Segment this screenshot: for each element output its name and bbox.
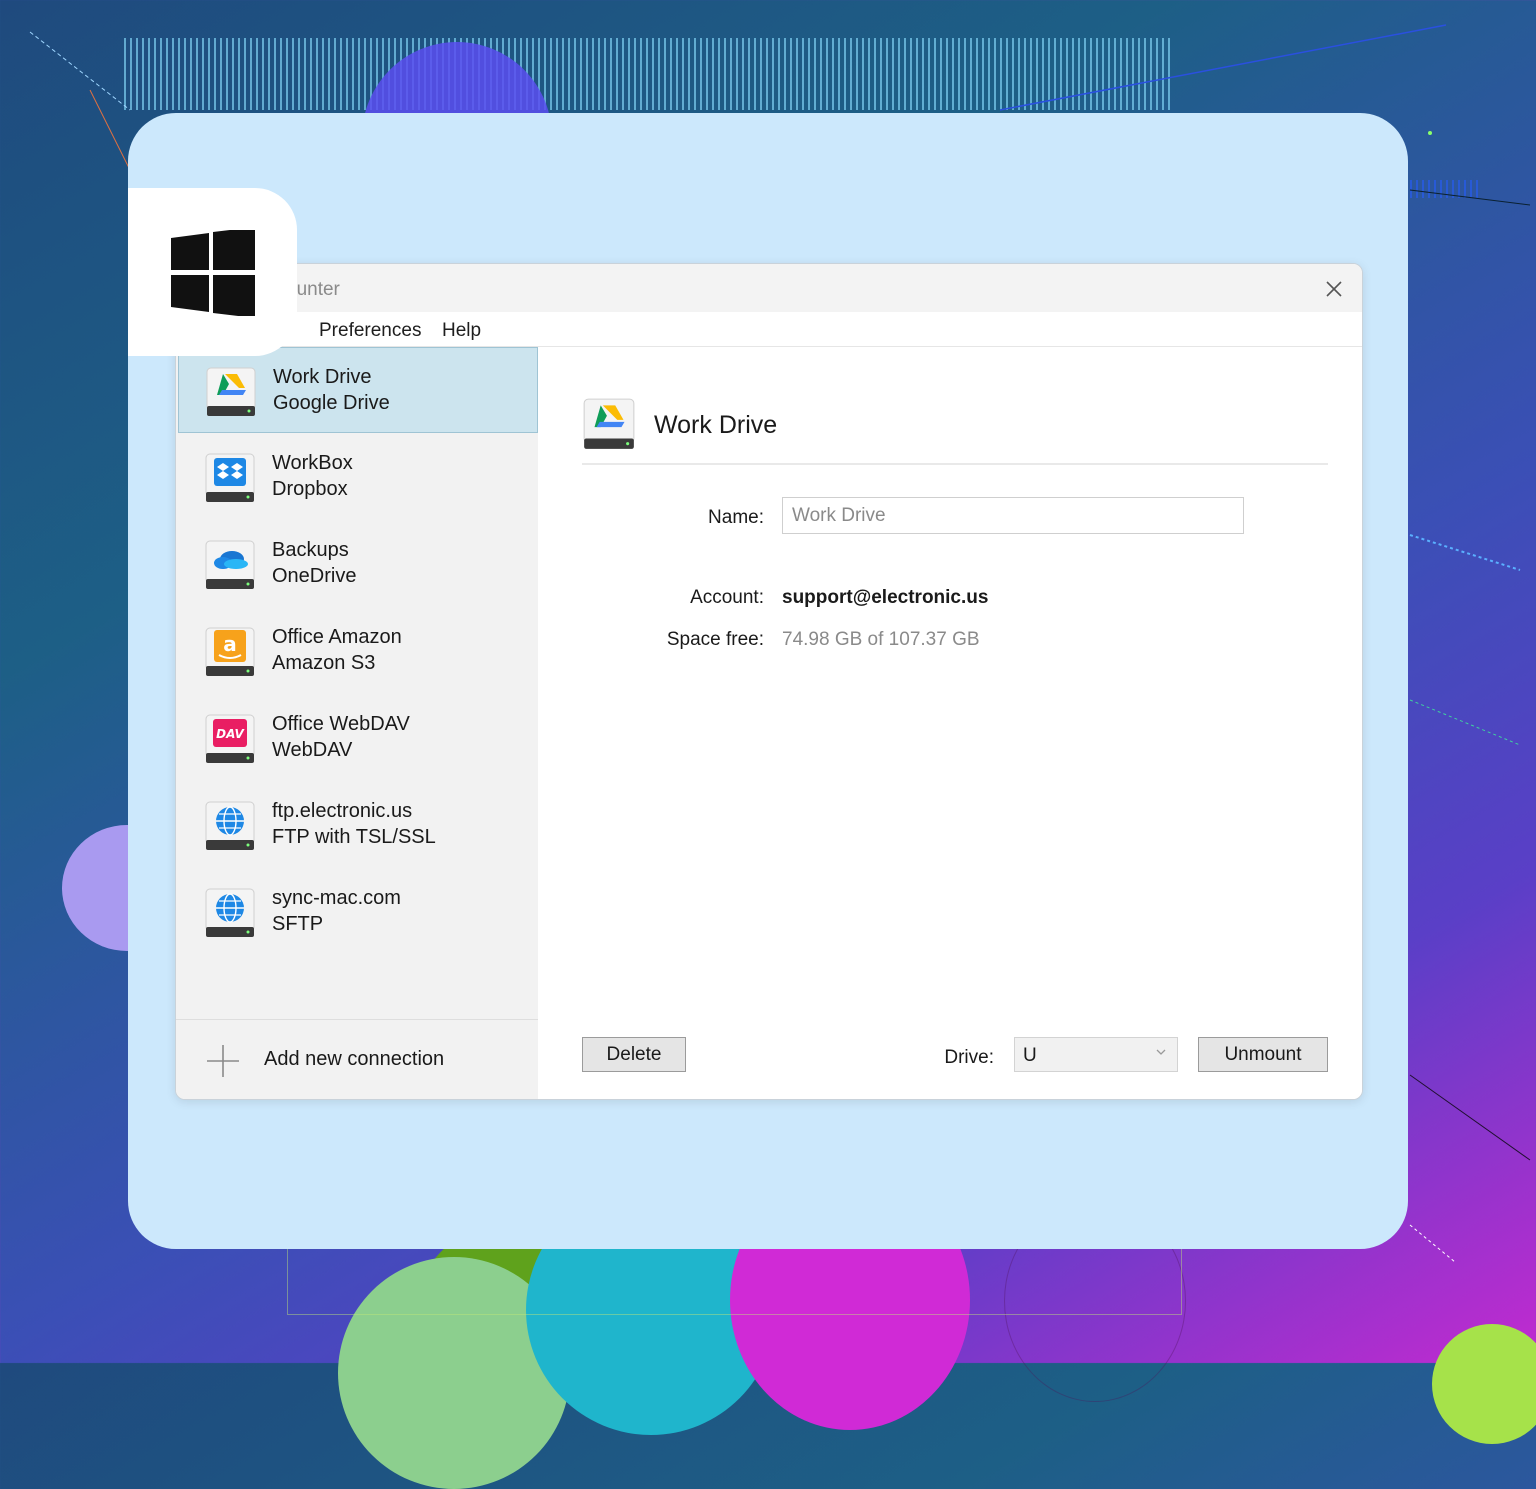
detail-title: Work Drive: [654, 411, 778, 439]
title-bar: ounter: [176, 264, 1362, 312]
background-stripes: [124, 38, 1174, 110]
webdav-icon: DAV: [205, 714, 255, 763]
globe-icon: [205, 888, 255, 937]
detail-divider: [582, 463, 1328, 465]
connection-item-backups[interactable]: Backups OneDrive: [178, 521, 538, 607]
google-drive-icon: [583, 398, 635, 449]
space-free-value: 74.98 GB of 107.37 GB: [782, 629, 980, 650]
connection-item-sync-mac[interactable]: sync-mac.com SFTP: [178, 869, 538, 955]
menu-preferences[interactable]: Preferences: [319, 320, 421, 342]
connection-item-work-drive[interactable]: Work Drive Google Drive: [178, 347, 538, 433]
account-label: Account:: [690, 587, 764, 608]
name-field[interactable]: [782, 497, 1244, 534]
connection-item-ftp[interactable]: ftp.electronic.us FTP with TSL/SSL: [178, 782, 538, 868]
svg-text:a: a: [223, 632, 237, 656]
menu-bar: Preferences Help: [176, 312, 1362, 347]
connection-type: OneDrive: [272, 565, 357, 587]
delete-button[interactable]: Delete: [582, 1037, 686, 1072]
connection-type: FTP with TSL/SSL: [272, 826, 436, 848]
connection-name: ftp.electronic.us: [272, 800, 413, 822]
drive-label: Drive:: [944, 1047, 994, 1068]
connection-name: WorkBox: [272, 452, 353, 474]
windows-logo-icon: [171, 230, 255, 316]
connection-name: Office Amazon: [272, 626, 402, 648]
connection-name: Backups: [272, 539, 349, 561]
account-value: support@electronic.us: [782, 587, 989, 608]
connection-type: Google Drive: [273, 392, 390, 414]
connection-type: Dropbox: [272, 478, 348, 500]
connection-item-office-amazon[interactable]: a Office Amazon Amazon S3: [178, 608, 538, 694]
drive-letter-value: U: [1023, 1045, 1037, 1066]
chevron-down-icon: [1156, 1049, 1166, 1055]
unmount-button[interactable]: Unmount: [1198, 1037, 1328, 1072]
close-button[interactable]: [1318, 273, 1350, 305]
app-window: ounter Preferences Help Work Drive Googl…: [175, 263, 1363, 1100]
connection-name: Office WebDAV: [272, 713, 410, 735]
background-bubble: [338, 1257, 570, 1489]
menu-help[interactable]: Help: [442, 320, 481, 342]
name-label: Name:: [708, 507, 764, 528]
windows-badge: [128, 188, 297, 356]
add-connection-button[interactable]: Add new connection: [176, 1020, 538, 1099]
plus-icon: [207, 1045, 239, 1077]
connection-type: Amazon S3: [272, 652, 376, 674]
background-bubble: [1432, 1324, 1536, 1444]
background-bubble: [415, 1225, 595, 1405]
background-stripes-small: [1410, 180, 1480, 198]
amazon-s3-icon: a: [205, 627, 255, 676]
connection-item-office-webdav[interactable]: DAV Office WebDAV WebDAV: [178, 695, 538, 781]
drive-letter-select[interactable]: U: [1014, 1037, 1178, 1072]
svg-text:DAV: DAV: [216, 727, 245, 741]
connection-type: SFTP: [272, 913, 324, 935]
google-drive-icon: [206, 367, 256, 416]
globe-icon: [205, 801, 255, 850]
connection-name: sync-mac.com: [272, 887, 401, 909]
space-free-label: Space free:: [666, 629, 764, 650]
connection-item-workbox[interactable]: WorkBox Dropbox: [178, 434, 538, 520]
dropbox-icon: [205, 453, 255, 502]
connection-name: Work Drive: [273, 366, 372, 388]
close-icon: [1326, 281, 1342, 297]
connection-detail-pane: Work Drive Name: Account: support@electr…: [538, 347, 1362, 1099]
connections-sidebar: Work Drive Google Drive WorkBox Dropbox: [176, 347, 538, 1099]
connection-type: WebDAV: [272, 739, 353, 761]
add-connection-label: Add new connection: [264, 1048, 445, 1070]
onedrive-icon: [205, 540, 255, 589]
